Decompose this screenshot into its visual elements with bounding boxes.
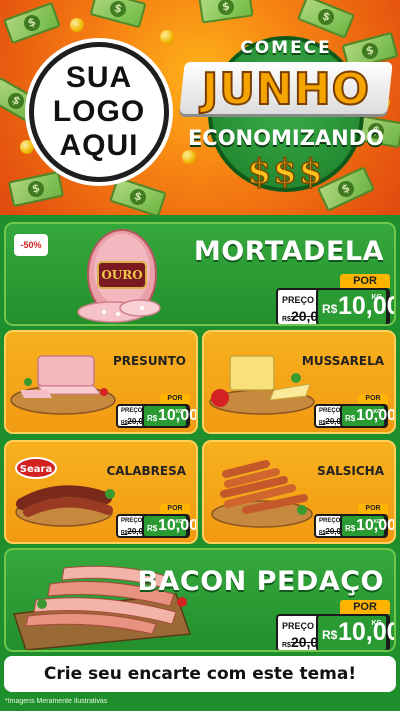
current-price: R$ 10,00 KG <box>316 288 394 324</box>
preco-label: PREÇO <box>319 518 341 524</box>
preco-label: PREÇO <box>282 295 315 305</box>
money-bill-icon <box>7 170 65 208</box>
campaign-title: COMECE JUNHO ECONOMIZANDO $$$ <box>179 34 393 204</box>
price-body: PREÇO R$20,00 R$ 10,00 KG <box>276 288 394 324</box>
current-price: R$ 10,00 KG <box>142 514 196 538</box>
price-body: PREÇO R$20,00 R$ 10,00 KG <box>314 514 394 538</box>
money-bill-icon <box>3 1 61 45</box>
price-tag: POR PREÇO R$20,00 R$ 10,00 KG <box>116 394 196 428</box>
por-label: POR <box>358 394 388 404</box>
campaign-main-text: JUNHO <box>201 63 371 116</box>
current-price: R$ 10,00 KG <box>340 404 394 428</box>
mortadela-image: OURO <box>77 229 161 323</box>
discount-badge: -50% <box>14 234 48 256</box>
calabresa-image: Seara <box>15 457 115 527</box>
logo-placeholder: SUA LOGO AQUI <box>29 42 169 182</box>
price-body: PREÇO R$20,00 R$ 10,00 KG <box>276 614 394 650</box>
current-price: R$ 10,00 KG <box>142 404 196 428</box>
product-name: SALSICHA <box>317 464 384 478</box>
preco-label: PREÇO <box>121 518 143 524</box>
campaign-top-text: COMECE <box>240 38 332 58</box>
campaign-bottom-text: ECONOMIZANDO <box>187 126 385 150</box>
header-banner: SUA LOGO AQUI COMECE JUNHO ECONOMIZANDO … <box>0 0 400 215</box>
price-tag: POR PREÇO R$20,00 R$ 10,00 KG <box>116 504 196 538</box>
product-name: MUSSARELA <box>301 354 384 368</box>
preco-label: PREÇO <box>121 408 143 414</box>
price-body: PREÇO R$20,00 R$ 10,00 KG <box>116 404 196 428</box>
price-tag: POR PREÇO R$20,00 R$ 10,00 KG <box>276 600 394 650</box>
por-label: POR <box>160 394 190 404</box>
price-body: PREÇO R$20,00 R$ 10,00 KG <box>116 514 196 538</box>
product-name: CALABRESA <box>106 464 186 478</box>
money-bill-icon <box>109 176 167 215</box>
money-bill-icon <box>297 0 355 39</box>
coin-icon <box>70 18 84 32</box>
logo-line: LOGO <box>52 95 146 128</box>
logo-line: AQUI <box>59 129 139 162</box>
money-bill-icon <box>89 0 147 29</box>
por-label: POR <box>340 274 390 288</box>
price-tag: POR PREÇO R$20,00 R$ 10,00 KG <box>314 394 394 428</box>
money-bill-icon <box>198 0 254 24</box>
coin-icon <box>160 30 174 44</box>
product-card-presunto[interactable]: PRESUNTO POR PREÇO R$20,00 R$ 10,00 KG <box>4 330 198 434</box>
preco-label: PREÇO <box>282 621 315 631</box>
por-label: POR <box>160 504 190 514</box>
price-tag: POR PREÇO R$20,00 R$ 10,00 KG <box>314 504 394 538</box>
product-name: MORTADELA <box>193 236 384 267</box>
por-label: POR <box>340 600 390 614</box>
product-name: PRESUNTO <box>112 354 186 368</box>
brand-text: Seara <box>20 464 52 475</box>
brand-text: OURO <box>101 268 142 282</box>
product-card-mussarela[interactable]: MUSSARELA POR PREÇO R$20,00 R$ 10,00 KG <box>202 330 396 434</box>
product-card-calabresa[interactable]: Seara CALABRESA POR PREÇO R$20,00 R$ 10,… <box>4 440 198 544</box>
logo-line: SUA <box>65 61 133 94</box>
dollar-signs: $$$ <box>247 151 325 193</box>
product-card-salsicha[interactable]: SALSICHA POR PREÇO R$20,00 R$ 10,00 KG <box>202 440 396 544</box>
preco-label: PREÇO <box>319 408 341 414</box>
price-tag: POR PREÇO R$20,00 R$ 10,00 KG <box>276 274 394 324</box>
current-price: R$ 10,00 KG <box>340 514 394 538</box>
coin-icon <box>20 140 34 154</box>
price-body: PREÇO R$20,00 R$ 10,00 KG <box>314 404 394 428</box>
product-card-mortadela[interactable]: -50% OURO MORTADELA POR PREÇO R$20,00 R$… <box>4 222 396 326</box>
presunto-image <box>10 355 116 415</box>
salsicha-image <box>211 460 313 528</box>
por-label: POR <box>358 504 388 514</box>
current-price: R$ 10,00 KG <box>316 614 394 650</box>
disclaimer-text: *Imagens Meramente Ilustrativas <box>5 698 108 705</box>
cta-banner[interactable]: Crie seu encarte com este tema! <box>4 656 396 692</box>
product-name: BACON PEDAÇO <box>137 566 384 597</box>
product-card-bacon[interactable]: BACON PEDAÇO POR PREÇO R$20,00 R$ 10,00 … <box>4 548 396 652</box>
